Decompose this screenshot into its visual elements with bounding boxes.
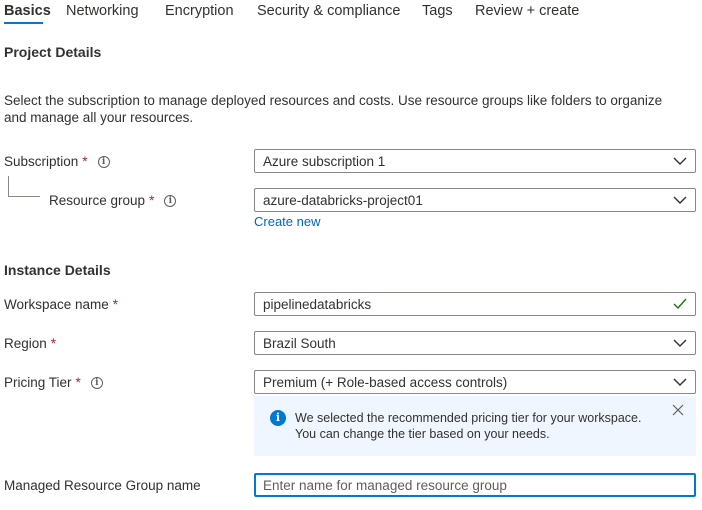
required-marker: * (50, 336, 57, 351)
resource-group-dropdown[interactable]: azure-databricks-project01 (254, 188, 696, 212)
project-details-description: Select the subscription to manage deploy… (4, 93, 663, 125)
subscription-dropdown[interactable]: Azure subscription 1 (254, 149, 696, 173)
checkmark-icon (673, 298, 687, 310)
required-marker: * (112, 297, 119, 312)
active-tab-indicator (4, 22, 43, 24)
region-label: Region * (4, 336, 57, 351)
tab-security-compliance[interactable]: Security & compliance (257, 2, 400, 20)
resource-group-label: Resource group * i (49, 193, 177, 209)
create-new-resource-group-link[interactable]: Create new (254, 214, 320, 229)
pricing-tier-label: Pricing Tier * i (4, 375, 103, 391)
pricing-tier-info-banner: i We selected the recommended pricing ti… (254, 396, 696, 456)
region-dropdown[interactable]: Brazil South (254, 331, 696, 355)
tab-review-create[interactable]: Review + create (475, 2, 579, 20)
info-icon[interactable]: i (90, 377, 103, 389)
tab-tags[interactable]: Tags (422, 2, 453, 20)
close-icon[interactable] (672, 404, 684, 416)
tab-encryption[interactable]: Encryption (165, 2, 234, 20)
tree-connector (8, 176, 9, 197)
managed-resource-group-placeholder: Enter name for managed resource group (263, 477, 507, 493)
managed-resource-group-input[interactable]: Enter name for managed resource group (254, 473, 696, 497)
required-marker: * (82, 154, 88, 169)
required-marker: * (75, 375, 81, 390)
managed-resource-group-label: Managed Resource Group name (4, 478, 201, 493)
required-marker: * (149, 193, 155, 208)
info-icon: i (270, 410, 286, 426)
chevron-down-icon (673, 157, 687, 165)
info-icon[interactable]: i (97, 156, 110, 168)
workspace-name-input[interactable]: pipelinedatabricks (254, 292, 696, 316)
instance-details-heading: Instance Details (4, 262, 111, 278)
chevron-down-icon (673, 339, 687, 347)
subscription-label: Subscription * i (4, 154, 110, 170)
chevron-down-icon (673, 196, 687, 204)
tree-connector (8, 196, 40, 197)
workspace-name-label: Workspace name * (4, 297, 119, 312)
create-databricks-workspace-form: Basics Networking Encryption Security & … (0, 0, 702, 510)
chevron-down-icon (673, 378, 687, 386)
pricing-tier-dropdown[interactable]: Premium (+ Role-based access controls) (254, 370, 696, 394)
tab-basics[interactable]: Basics (4, 2, 51, 20)
project-details-heading: Project Details (4, 44, 102, 60)
info-banner-message: We selected the recommended pricing tier… (295, 411, 642, 441)
tab-networking[interactable]: Networking (66, 2, 139, 20)
info-icon[interactable]: i (164, 195, 177, 207)
